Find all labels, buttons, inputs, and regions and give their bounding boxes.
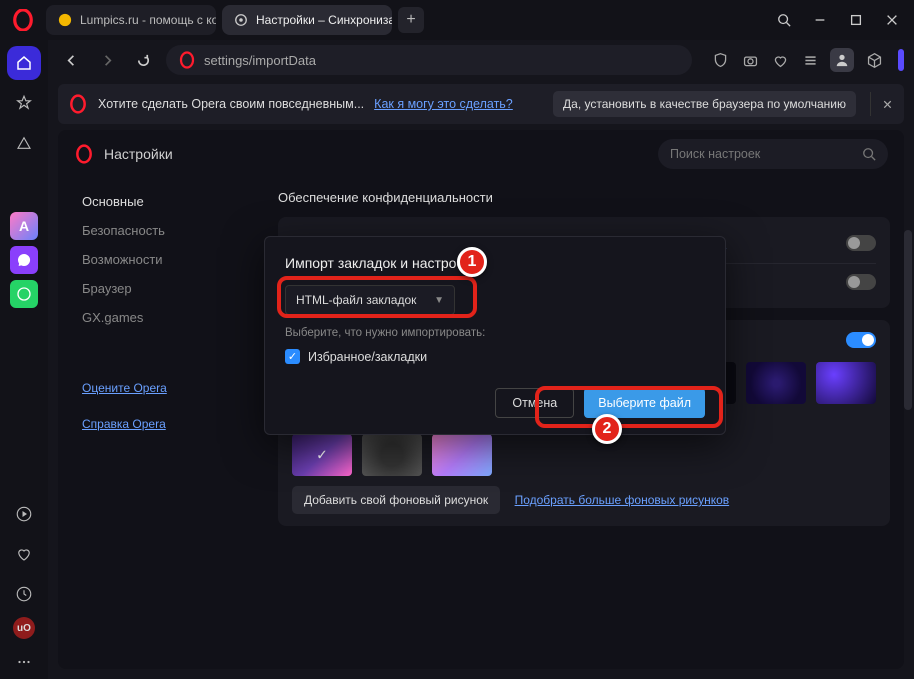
maximize-button[interactable] (840, 5, 872, 35)
favicon-lumpics (58, 13, 72, 27)
privacy-section-title: Обеспечение конфиденциальности (278, 190, 890, 205)
opera-icon (178, 51, 196, 69)
ublock-icon[interactable]: uO (13, 617, 35, 639)
bookmarks-star-icon[interactable] (7, 86, 41, 120)
address-bar: settings/importData (48, 40, 914, 80)
add-wallpaper-button[interactable]: Добавить свой фоновый рисунок (292, 486, 500, 514)
import-source-dropdown[interactable]: HTML-файл закладок ▼ (285, 285, 455, 315)
shield-icon[interactable] (710, 50, 730, 70)
check-icon: ✓ (316, 447, 328, 464)
heart-outline-icon[interactable] (770, 50, 790, 70)
back-button[interactable] (58, 47, 84, 73)
forward-button[interactable] (94, 47, 120, 73)
whatsapp-icon[interactable] (10, 280, 38, 308)
gear-icon (234, 13, 248, 27)
opera-icon (74, 144, 94, 164)
default-browser-promo: Хотите сделать Opera своим повседневным.… (58, 84, 904, 124)
nav-browser[interactable]: Браузер (82, 281, 258, 296)
titlebar: Lumpics.ru - помощь с ко Настройки – Син… (0, 0, 914, 40)
minimize-button[interactable] (804, 5, 836, 35)
more-wallpapers-link[interactable]: Подобрать больше фоновых рисунков (515, 493, 730, 507)
profile-avatar[interactable] (830, 48, 854, 72)
dialog-hint: Выберите, что нужно импортировать: (285, 327, 705, 339)
search-tabs-icon[interactable] (768, 5, 800, 35)
history-icon[interactable] (7, 577, 41, 611)
home-button[interactable] (7, 46, 41, 80)
window-controls (768, 5, 908, 35)
nav-basic[interactable]: Основные (82, 194, 258, 209)
wallpaper-thumb[interactable] (432, 434, 492, 476)
dialog-title: Импорт закладок и настроек (285, 255, 705, 271)
more-icon[interactable] (7, 645, 41, 679)
nav-gxgames[interactable]: GX.games (82, 310, 258, 325)
page-title: Настройки (104, 146, 173, 162)
tab-label: Настройки – Синхрониза (256, 13, 392, 27)
promo-link[interactable]: Как я могу это сделать? (374, 97, 513, 111)
promo-text: Хотите сделать Opera своим повседневным.… (98, 97, 364, 111)
wallpaper-thumb[interactable] (362, 434, 422, 476)
chevron-down-icon: ▼ (434, 295, 444, 306)
tab-lumpics[interactable]: Lumpics.ru - помощь с ко (46, 5, 216, 35)
bookmarks-checkbox[interactable]: ✓ (285, 349, 300, 364)
wallpaper-toggle[interactable] (846, 332, 876, 348)
url-text: settings/importData (204, 53, 316, 68)
rate-opera-link[interactable]: Оцените Opera (82, 381, 258, 395)
annotation-badge-2: 2 (592, 414, 622, 444)
scrollbar[interactable] (904, 230, 912, 410)
help-opera-link[interactable]: Справка Opera (82, 417, 258, 431)
menu-icon[interactable] (800, 50, 820, 70)
heart-icon[interactable] (7, 537, 41, 571)
wallpaper-thumb[interactable] (816, 362, 876, 404)
tab-label: Lumpics.ru - помощь с ко (80, 13, 216, 27)
annotation-badge-1: 1 (457, 247, 487, 277)
set-default-button[interactable]: Да, установить в качестве браузера по ум… (553, 91, 856, 117)
extensions-cube-icon[interactable] (864, 50, 884, 70)
nav-features[interactable]: Возможности (82, 252, 258, 267)
new-tab-button[interactable]: + (398, 7, 424, 33)
import-dialog: Импорт закладок и настроек HTML-файл зак… (264, 236, 726, 435)
play-icon[interactable] (7, 497, 41, 531)
wallpaper-thumb[interactable] (746, 362, 806, 404)
block-ads-toggle[interactable] (846, 235, 876, 251)
close-promo-button[interactable]: ✕ (870, 92, 894, 116)
settings-search[interactable]: Поиск настроек (658, 139, 888, 169)
sidebar-rail: A uO (0, 40, 48, 679)
settings-nav: Основные Безопасность Возможности Браузе… (58, 178, 258, 669)
reload-button[interactable] (130, 47, 156, 73)
wallpaper-thumb[interactable]: ✓ (292, 434, 352, 476)
camera-icon[interactable] (740, 50, 760, 70)
close-button[interactable] (876, 5, 908, 35)
cancel-button[interactable]: Отмена (495, 388, 574, 418)
opera-menu-button[interactable] (10, 7, 36, 33)
triangle-icon[interactable] (7, 126, 41, 160)
vpn-indicator[interactable] (898, 49, 904, 71)
opera-icon (68, 94, 88, 114)
app-1-icon[interactable]: A (10, 212, 38, 240)
bookmarks-checkbox-label: Избранное/закладки (308, 350, 427, 364)
search-icon (862, 147, 876, 161)
url-field[interactable]: settings/importData (166, 45, 692, 75)
messenger-icon[interactable] (10, 246, 38, 274)
tab-settings[interactable]: Настройки – Синхрониза (222, 5, 392, 35)
block-trackers-toggle[interactable] (846, 274, 876, 290)
search-placeholder: Поиск настроек (670, 147, 760, 161)
dropdown-value: HTML-файл закладок (296, 293, 416, 307)
nav-security[interactable]: Безопасность (82, 223, 258, 238)
